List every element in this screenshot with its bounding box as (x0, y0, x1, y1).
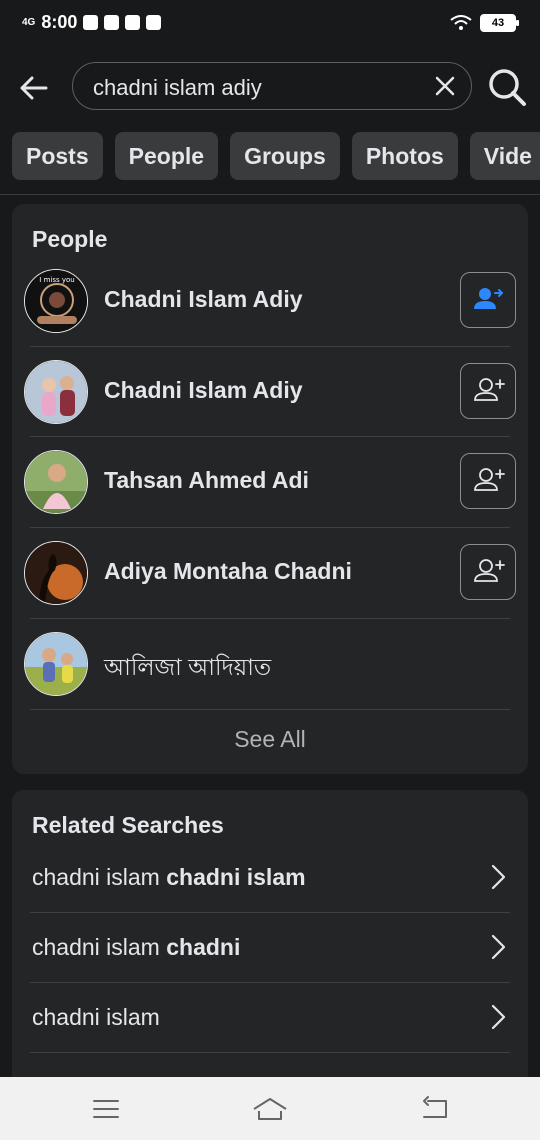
add-friend-button[interactable] (460, 453, 516, 509)
related-search-item[interactable]: chadni islam chadni (12, 912, 528, 982)
search-header: chadni islam adiy (0, 56, 540, 120)
tab-posts[interactable]: Posts (12, 132, 103, 180)
header-divider (0, 194, 540, 195)
status-bar: 4G 8:00 43 (0, 0, 540, 48)
add-friend-button[interactable] (460, 363, 516, 419)
divider (30, 709, 510, 710)
friend-request-sent-button[interactable] (460, 272, 516, 328)
svg-text:I miss you: I miss you (39, 276, 74, 284)
add-friend-icon (474, 378, 505, 401)
add-friend-icon (474, 468, 505, 491)
related-search-text: chadni islam (32, 864, 167, 890)
related-search-text: chadni islam (32, 934, 167, 960)
facebook-icon (104, 15, 120, 30)
person-row[interactable]: Chadni Islam Adiy (12, 347, 528, 437)
avatar[interactable]: I miss you (24, 269, 88, 333)
related-search-item[interactable]: chadni islam (12, 982, 528, 1052)
add-friend-icon (474, 559, 505, 582)
people-card: People I miss you Chadni Islam Adiy Chad… (12, 204, 528, 774)
add-friend-button[interactable] (460, 544, 516, 600)
search-icon (489, 69, 526, 106)
mail-icon (83, 15, 99, 30)
person-name[interactable]: Tahsan Ahmed Adi (104, 467, 309, 494)
back-nav-icon (423, 1096, 447, 1118)
menu-icon (93, 1100, 119, 1118)
back-button[interactable] (14, 68, 54, 108)
related-searches-card: Related Searches chadni islam chadni isl… (12, 790, 528, 1090)
system-nav-bar (0, 1077, 540, 1140)
related-search-bold-text: chadni islam (166, 864, 306, 890)
search-query: chadni islam adiy (93, 75, 262, 100)
related-search-bold-text: chadni (166, 934, 241, 960)
chevron-right-icon (491, 864, 506, 890)
menu-button[interactable] (88, 1091, 124, 1127)
clock: 8:00 (41, 12, 78, 32)
mic-icon (146, 15, 162, 30)
person-name[interactable]: Chadni Islam Adiy (104, 286, 303, 313)
search-button[interactable] (486, 66, 528, 108)
people-section-title: People (32, 226, 108, 252)
avatar[interactable] (24, 541, 88, 605)
filter-tabs: Posts People Groups Photos Vide (12, 132, 540, 180)
back-arrow-icon (20, 76, 48, 100)
battery-indicator: 43 (480, 14, 519, 32)
tab-groups[interactable]: Groups (230, 132, 340, 180)
person-name[interactable]: Adiya Montaha Chadni (104, 558, 352, 585)
person-name[interactable]: আলিজা আদিয়াত (104, 649, 271, 688)
back-nav-button[interactable] (416, 1091, 452, 1127)
tab-photos[interactable]: Photos (351, 132, 458, 180)
person-row[interactable]: Adiya Montaha Chadni (12, 528, 528, 618)
home-button[interactable] (252, 1091, 288, 1127)
person-name[interactable]: Chadni Islam Adiy (104, 377, 303, 404)
home-icon (253, 1098, 287, 1120)
wifi-icon (450, 15, 472, 30)
search-input[interactable]: chadni islam adiy (72, 62, 472, 110)
friend-request-sent-icon (474, 288, 504, 309)
network-indicator: 4G (22, 17, 36, 28)
avatar[interactable] (24, 450, 88, 514)
related-search-text: chadni islam (32, 1004, 160, 1030)
person-row[interactable]: আলিজা আদিয়াত (12, 619, 528, 709)
chevron-right-icon (491, 1004, 506, 1030)
tab-people[interactable]: People (114, 132, 219, 180)
person-row[interactable]: Tahsan Ahmed Adi (12, 437, 528, 527)
clear-search-button[interactable] (433, 74, 457, 98)
related-search-item[interactable]: chadni islam chadni islam (12, 842, 528, 912)
youtube-icon (125, 15, 141, 30)
see-all-button[interactable]: See All (12, 726, 528, 753)
close-icon (435, 76, 455, 96)
tab-videos[interactable]: Vide (469, 132, 540, 180)
person-row[interactable]: I miss you Chadni Islam Adiy (12, 256, 528, 346)
avatar[interactable] (24, 632, 88, 696)
related-section-title: Related Searches (32, 812, 224, 838)
divider (30, 1052, 510, 1053)
avatar[interactable] (24, 360, 88, 424)
chevron-right-icon (491, 934, 506, 960)
